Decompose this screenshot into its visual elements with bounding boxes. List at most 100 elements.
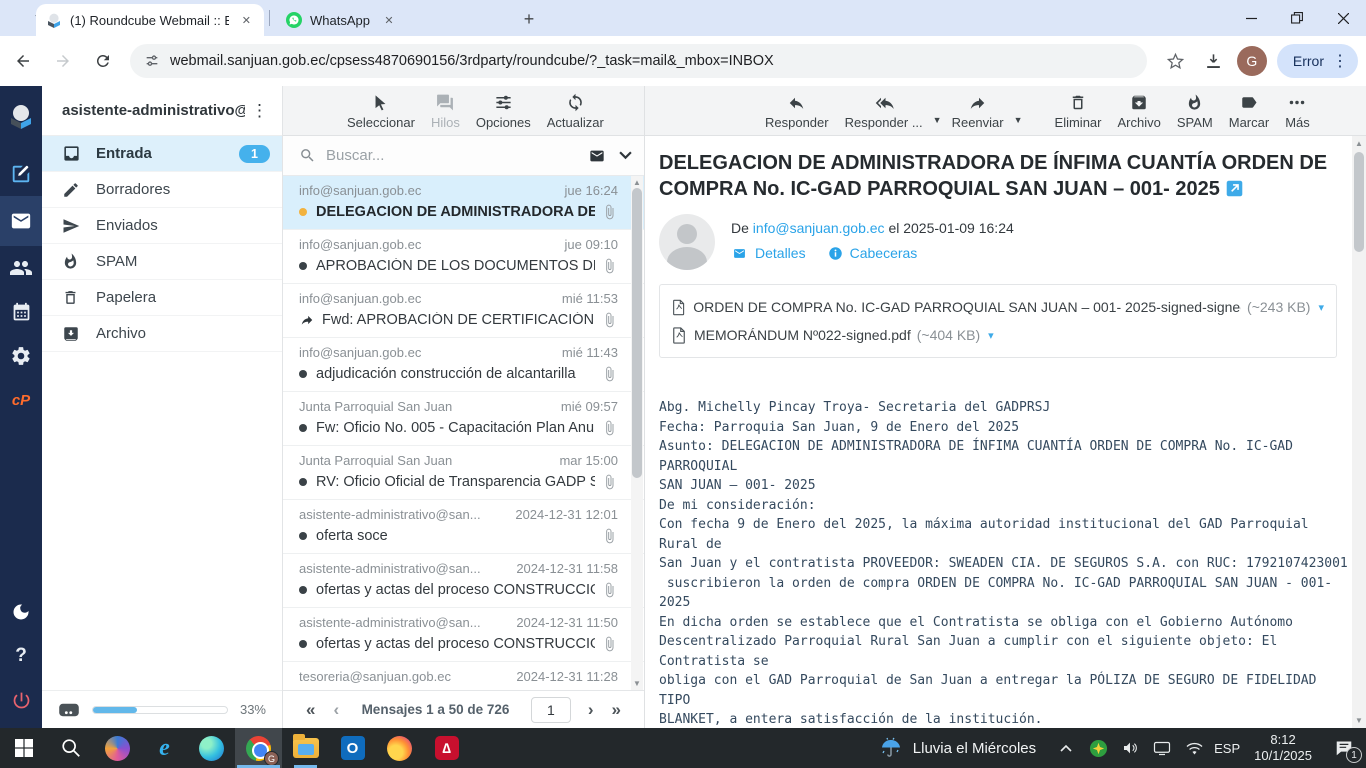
url-text[interactable]: webmail.sanjuan.gob.ec/cpsess4870690156/… bbox=[170, 53, 774, 69]
firefox-button[interactable] bbox=[376, 728, 423, 768]
contacts-nav-button[interactable] bbox=[0, 246, 42, 290]
dark-mode-moon-icon[interactable] bbox=[0, 590, 42, 634]
outlook-button[interactable]: O bbox=[329, 728, 376, 768]
message-row[interactable]: info@sanjuan.gob.ecmié 11:53 Fwd: APROBA… bbox=[283, 284, 644, 338]
folder-trash[interactable]: Papelera bbox=[42, 280, 282, 316]
browser-tab-strip: (1) Roundcube Webmail :: Entra ✕ WhatsAp… bbox=[0, 0, 1366, 36]
acrobat-button[interactable]: ∆ bbox=[423, 728, 470, 768]
mark-button[interactable]: Marcar bbox=[1221, 89, 1277, 135]
tab-whatsapp[interactable]: WhatsApp ✕ bbox=[276, 4, 502, 36]
wifi-icon[interactable] bbox=[1181, 728, 1207, 768]
open-in-new-window-icon[interactable] bbox=[1226, 180, 1243, 197]
message-row[interactable]: asistente-administrativo@san...2024-12-3… bbox=[283, 500, 644, 554]
message-row[interactable]: asistente-administrativo@san...2024-12-3… bbox=[283, 608, 644, 662]
spam-button[interactable]: SPAM bbox=[1169, 89, 1221, 135]
threads-button[interactable]: Hilos bbox=[423, 89, 468, 135]
headers-link[interactable]: Cabeceras bbox=[828, 245, 918, 261]
folder-drafts[interactable]: Borradores bbox=[42, 172, 282, 208]
new-tab-button[interactable]: + bbox=[518, 8, 540, 30]
compose-button[interactable] bbox=[0, 152, 42, 196]
reply-all-button[interactable]: Responder ... bbox=[837, 90, 931, 135]
window-restore-button[interactable] bbox=[1274, 0, 1320, 36]
cast-screen-icon[interactable] bbox=[1149, 728, 1175, 768]
profile-error-menu-button[interactable]: Error ⋮ bbox=[1277, 44, 1358, 78]
refresh-button[interactable]: Actualizar bbox=[539, 89, 612, 135]
forward-menu-caret[interactable]: ▼ bbox=[1012, 111, 1025, 135]
list-scrollbar[interactable]: ▲ ▼ bbox=[631, 176, 643, 690]
more-button[interactable]: Más bbox=[1277, 89, 1318, 135]
select-button[interactable]: Seleccionar bbox=[339, 89, 423, 135]
message-row[interactable]: info@sanjuan.gob.ecmié 11:43 adjudicació… bbox=[283, 338, 644, 392]
page-number-input[interactable]: 1 bbox=[531, 697, 571, 723]
taskbar-clock[interactable]: 8:12 10/1/2025 bbox=[1244, 732, 1322, 764]
edge-button[interactable] bbox=[188, 728, 235, 768]
start-button[interactable] bbox=[0, 728, 47, 768]
volume-icon[interactable] bbox=[1117, 728, 1143, 768]
search-scope-mail-icon[interactable] bbox=[587, 148, 607, 164]
tab-title: (1) Roundcube Webmail :: Entra bbox=[70, 13, 229, 28]
delete-button[interactable]: Eliminar bbox=[1047, 89, 1110, 135]
attachment-menu-caret[interactable]: ▾ bbox=[988, 329, 994, 342]
settings-nav-button[interactable] bbox=[0, 334, 42, 378]
forward-button[interactable] bbox=[46, 44, 80, 78]
attachment-row[interactable]: MEMORÁNDUM Nº022-signed.pdf (~404 KB) ▾ bbox=[672, 321, 1324, 349]
chrome-taskbar-button[interactable]: G bbox=[235, 728, 282, 768]
tab-roundcube[interactable]: (1) Roundcube Webmail :: Entra ✕ bbox=[36, 4, 264, 36]
calendar-nav-button[interactable] bbox=[0, 290, 42, 334]
attachment-menu-caret[interactable]: ▾ bbox=[1318, 301, 1324, 314]
cpanel-button[interactable]: cP bbox=[0, 378, 42, 422]
archive-button[interactable]: Archivo bbox=[1110, 89, 1169, 135]
folder-sent[interactable]: Enviados bbox=[42, 208, 282, 244]
tab-close-icon[interactable]: ✕ bbox=[380, 11, 398, 29]
language-indicator[interactable]: ESP bbox=[1210, 741, 1244, 756]
profile-avatar[interactable]: G bbox=[1237, 46, 1267, 76]
tray-chevron-up-icon[interactable] bbox=[1053, 728, 1079, 768]
options-button[interactable]: Opciones bbox=[468, 89, 539, 135]
attachment-row[interactable]: ORDEN DE COMPRA No. IC-GAD PARROQUIAL SA… bbox=[672, 293, 1324, 321]
logout-power-icon[interactable] bbox=[0, 678, 42, 722]
copilot-icon bbox=[105, 736, 130, 761]
bookmark-star-icon[interactable] bbox=[1161, 46, 1191, 76]
weather-widget[interactable]: Lluvia el Miércoles bbox=[865, 728, 1050, 768]
last-page-button[interactable]: » bbox=[603, 700, 630, 720]
internet-explorer-button[interactable]: e bbox=[141, 728, 188, 768]
copilot-button[interactable] bbox=[94, 728, 141, 768]
search-input[interactable]: Buscar... bbox=[326, 147, 587, 164]
message-scrollbar[interactable]: ▲ ▼ bbox=[1352, 136, 1366, 728]
account-menu-kebab-icon[interactable]: ⋮ bbox=[245, 101, 274, 121]
message-row[interactable]: asistente-administrativo@san...2024-12-3… bbox=[283, 554, 644, 608]
message-row[interactable]: info@sanjuan.gob.ecjue 09:10 APROBACIÓN … bbox=[283, 230, 644, 284]
window-close-button[interactable] bbox=[1320, 0, 1366, 36]
reply-button[interactable]: Responder bbox=[757, 90, 837, 135]
prev-page-button[interactable]: ‹ bbox=[324, 700, 348, 720]
message-row[interactable]: tesoreria@sanjuan.gob.ec2024-12-31 11:28 bbox=[283, 662, 644, 690]
address-bar[interactable]: webmail.sanjuan.gob.ec/cpsess4870690156/… bbox=[130, 44, 1147, 78]
trash-icon bbox=[62, 289, 82, 306]
tab-close-icon[interactable]: ✕ bbox=[239, 11, 254, 29]
reload-button[interactable] bbox=[86, 44, 120, 78]
message-row[interactable]: info@sanjuan.gob.ecjue 16:24 DELEGACION … bbox=[283, 176, 644, 230]
forward-button[interactable]: Reenviar bbox=[944, 90, 1012, 135]
details-link[interactable]: Detalles bbox=[731, 245, 806, 261]
message-row[interactable]: Junta Parroquial San Juanmar 15:00 RV: O… bbox=[283, 446, 644, 500]
browser-menu-kebab-icon[interactable]: ⋮ bbox=[1332, 51, 1348, 71]
reply-all-menu-caret[interactable]: ▼ bbox=[931, 111, 944, 135]
next-page-button[interactable]: › bbox=[579, 700, 603, 720]
site-settings-icon[interactable] bbox=[144, 53, 160, 69]
back-button[interactable] bbox=[6, 44, 40, 78]
taskbar-search-button[interactable] bbox=[47, 728, 94, 768]
folder-archive[interactable]: Archivo bbox=[42, 316, 282, 352]
mail-nav-button[interactable] bbox=[0, 196, 42, 246]
folder-spam[interactable]: SPAM bbox=[42, 244, 282, 280]
notification-center-button[interactable]: 1 bbox=[1322, 728, 1366, 768]
downloads-icon[interactable] bbox=[1199, 46, 1229, 76]
folder-inbox[interactable]: Entrada 1 bbox=[42, 136, 282, 172]
message-row[interactable]: Junta Parroquial San Juanmié 09:57 Fw: O… bbox=[283, 392, 644, 446]
sender-email-link[interactable]: info@sanjuan.gob.ec bbox=[753, 220, 885, 236]
window-minimize-button[interactable] bbox=[1228, 0, 1274, 36]
search-options-chevron-icon[interactable] bbox=[619, 151, 632, 160]
file-explorer-button[interactable] bbox=[282, 728, 329, 768]
antivirus-tray-icon[interactable] bbox=[1085, 728, 1111, 768]
first-page-button[interactable]: « bbox=[297, 700, 324, 720]
help-icon[interactable]: ? bbox=[0, 634, 42, 678]
